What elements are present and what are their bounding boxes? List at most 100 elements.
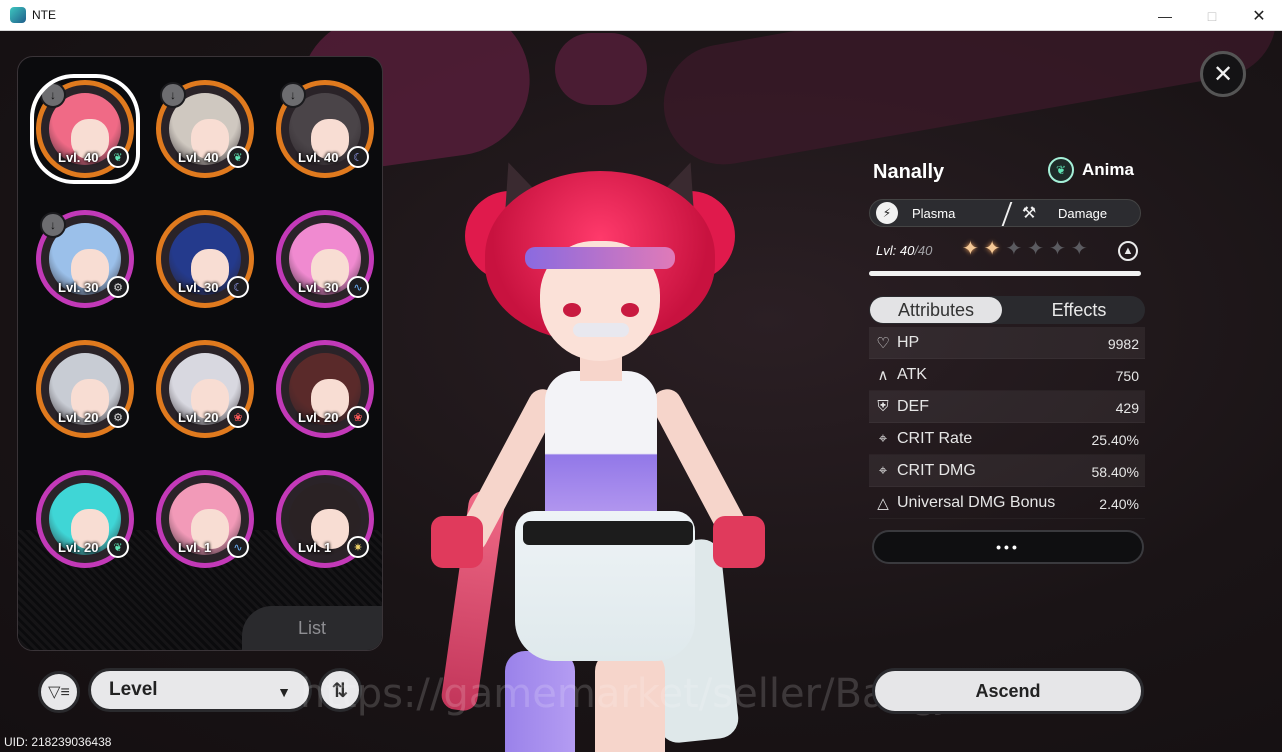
gear-element-icon: ⚙ xyxy=(107,406,129,428)
download-icon: ↓ xyxy=(280,82,306,108)
character-portrait[interactable]: Lvl. 30 ⚙ ↓ xyxy=(36,210,134,308)
star-filled-icon: ✦ xyxy=(962,238,979,260)
chevron-down-icon: ▼ xyxy=(277,684,291,700)
info-tabs: Attributes Effects xyxy=(869,296,1145,324)
ascend-button[interactable]: Ascend xyxy=(872,668,1144,714)
stat-row: △ Universal DMG Bonus 2.40% xyxy=(869,487,1145,519)
more-stats-button[interactable]: ••• xyxy=(872,530,1144,564)
list-view-tab[interactable]: List xyxy=(242,606,382,650)
type-tag[interactable]: ⚡ Plasma xyxy=(876,200,1008,226)
portrait-level: Lvl. 30 xyxy=(178,280,219,295)
character-portrait[interactable]: Lvl. 40 ☾ ↓ xyxy=(276,80,374,178)
plasma-icon: ⚡ xyxy=(876,202,898,224)
close-panel-button[interactable]: ✕ xyxy=(1200,51,1246,97)
portrait-level: Lvl. 30 xyxy=(298,280,339,295)
tab-effects[interactable]: Effects xyxy=(1013,297,1145,323)
wave-element-icon: ∿ xyxy=(347,276,369,298)
star-empty-icon: ✦ xyxy=(1005,238,1023,260)
close-icon[interactable]: ✕ xyxy=(1236,0,1282,31)
star-empty-icon: ✦ xyxy=(1049,238,1066,260)
filter-icon[interactable]: ▽≡ xyxy=(38,671,80,713)
stat-row: ⛨ DEF 429 xyxy=(869,391,1145,423)
stat-value: 2.40% xyxy=(1099,496,1139,512)
level-progress-bar xyxy=(869,271,1141,276)
character-belt xyxy=(523,521,693,545)
stat-name: CRIT Rate xyxy=(897,430,973,447)
portrait-level: Lvl. 40 xyxy=(178,150,219,165)
close-icon: ✕ xyxy=(1212,60,1234,88)
download-icon: ↓ xyxy=(160,82,186,108)
character-portrait[interactable]: Lvl. 20 ❀ xyxy=(156,340,254,438)
sort-by-select[interactable]: Level ▼ xyxy=(88,668,312,712)
maximize-icon[interactable]: □ xyxy=(1189,0,1235,31)
current-level: Lvl: 40 xyxy=(876,243,915,258)
portrait-level: Lvl. 20 xyxy=(58,410,99,425)
stat-value: 9982 xyxy=(1107,336,1139,352)
character-portrait[interactable]: Lvl. 20 ⚙ xyxy=(36,340,134,438)
sort-by-label: Level xyxy=(109,679,158,700)
character-model[interactable] xyxy=(395,71,805,752)
character-portrait[interactable]: Lvl. 20 ❦ xyxy=(36,470,134,568)
character-portrait[interactable]: Lvl. 1 ∿ xyxy=(156,470,254,568)
type-tag-label: Plasma xyxy=(912,205,956,221)
tab-attributes[interactable]: Attributes xyxy=(870,297,1002,323)
stat-name: HP xyxy=(897,334,920,351)
star-empty-icon: ✦ xyxy=(1027,238,1045,260)
character-headband xyxy=(525,247,675,269)
damage-icon: ⚒ xyxy=(1021,205,1037,222)
character-eye xyxy=(621,303,639,317)
flame-element-icon: ❀ xyxy=(227,406,249,428)
portrait-level: Lvl. 20 xyxy=(298,410,339,425)
selected-frame xyxy=(30,74,140,184)
anima-element-icon: ❦ xyxy=(107,536,129,558)
character-eye xyxy=(563,303,581,317)
anima-element-icon: ❦ xyxy=(1048,157,1074,183)
stat-name: Universal DMG Bonus xyxy=(897,494,1056,511)
stat-row: ∧ ATK 750 xyxy=(869,359,1145,391)
portrait-level: Lvl. 1 xyxy=(178,540,212,555)
stat-value: 25.40% xyxy=(1091,432,1139,448)
stat-row: ⌖ CRIT DMG 58.40% xyxy=(869,455,1145,487)
lunar-element-icon: ☾ xyxy=(347,146,369,168)
attack-icon: ∧ xyxy=(877,367,889,384)
portrait-level: Lvl. 30 xyxy=(58,280,99,295)
character-portrait[interactable]: Lvl. 30 ☾ xyxy=(156,210,254,308)
portrait-level: Lvl. 40 xyxy=(298,150,339,165)
portrait-level: Lvl. 20 xyxy=(58,540,99,555)
crit-icon: ⌖ xyxy=(878,430,888,447)
user-id-label: UID: 218239036438 xyxy=(4,735,112,749)
role-tag-label: Damage xyxy=(1058,205,1108,221)
character-glove xyxy=(431,516,483,568)
crit-icon: ⌖ xyxy=(878,462,888,479)
triangle-icon: △ xyxy=(877,495,889,512)
stat-value: 750 xyxy=(1115,368,1139,384)
star-empty-icon: ✦ xyxy=(1070,238,1088,260)
game-viewport: List Lvl. 40 ❦ ↓ Lvl. 40 ❦ ↓ Lvl. 40 ☾ ↓ Lvl. 30 ⚙… xyxy=(0,31,1282,752)
stat-name: ATK xyxy=(897,366,927,383)
role-tag[interactable]: ⚒ Damage xyxy=(1014,200,1140,226)
flame-element-icon: ❀ xyxy=(347,406,369,428)
level-progress-fill xyxy=(869,271,1141,276)
gear-element-icon: ⚙ xyxy=(107,276,129,298)
level-readout: Lvl: 40/40 xyxy=(876,243,932,258)
ascension-info-icon[interactable]: ▲ xyxy=(1118,241,1138,261)
character-portrait[interactable]: Lvl. 1 ✷ xyxy=(276,470,374,568)
element-badge: ❦ Anima xyxy=(1048,157,1134,183)
character-roster-panel: List Lvl. 40 ❦ ↓ Lvl. 40 ❦ ↓ Lvl. 40 ☾ ↓ Lvl. 30 ⚙… xyxy=(17,56,383,651)
character-portrait[interactable]: Lvl. 40 ❦ ↓ xyxy=(156,80,254,178)
minimize-icon[interactable]: — xyxy=(1142,0,1188,31)
character-portrait[interactable]: Lvl. 20 ❀ xyxy=(276,340,374,438)
character-portrait[interactable]: Lvl. 30 ∿ xyxy=(276,210,374,308)
stat-value: 58.40% xyxy=(1091,464,1139,480)
stat-value: 429 xyxy=(1115,400,1139,416)
spark-element-icon: ✷ xyxy=(347,536,369,558)
character-glove xyxy=(713,516,765,568)
element-label: Anima xyxy=(1082,160,1134,179)
lunar-element-icon: ☾ xyxy=(227,276,249,298)
character-torso xyxy=(545,371,657,521)
max-level: /40 xyxy=(914,243,933,258)
wave-element-icon: ∿ xyxy=(227,536,249,558)
character-name: Nanally xyxy=(873,161,945,183)
character-portrait[interactable]: Lvl. 40 ❦ ↓ xyxy=(30,74,140,184)
stat-row: ♡ HP 9982 xyxy=(869,327,1145,359)
